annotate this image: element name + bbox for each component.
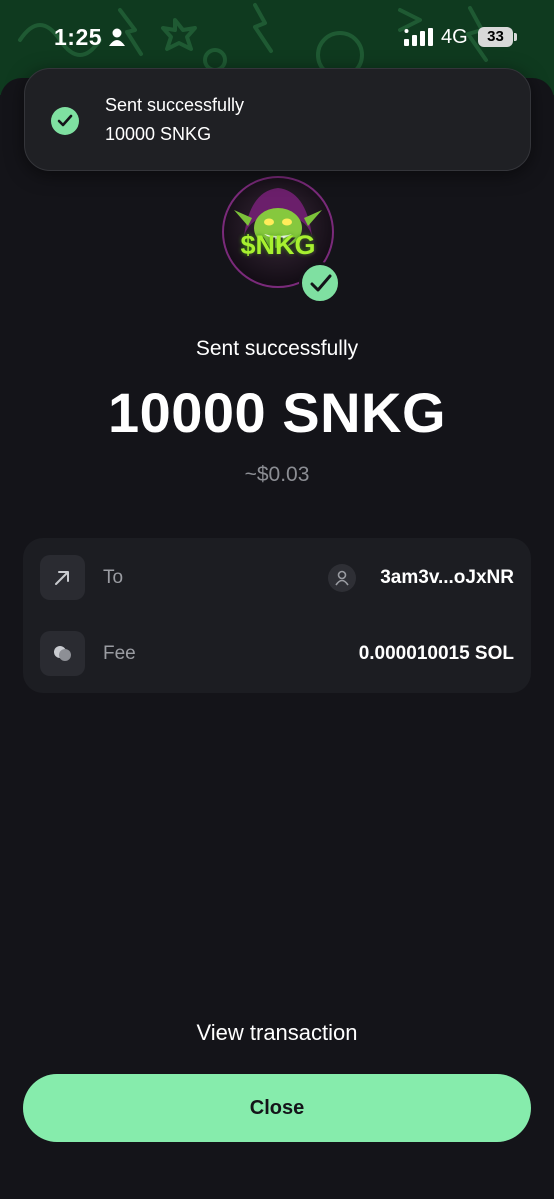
recipient-address[interactable]: 3am3v...oJxNR xyxy=(380,567,514,589)
sent-amount: 10000 SNKG xyxy=(107,381,447,444)
close-button[interactable]: Close xyxy=(23,1074,531,1142)
coins-icon xyxy=(40,631,85,676)
check-icon xyxy=(51,107,79,135)
battery-icon: 33 xyxy=(478,27,518,47)
transaction-details-card: To 3am3v...oJxNR Fee 0.000010015 SOL xyxy=(23,538,531,693)
status-time: 1:25 xyxy=(54,24,103,50)
usd-value: ~$0.03 xyxy=(244,463,310,486)
to-label: To xyxy=(103,567,124,588)
token-logo-text: $NKG xyxy=(240,230,316,260)
toast-title: Sent successfully xyxy=(105,95,245,115)
battery-level: 33 xyxy=(478,27,513,47)
network-type: 4G xyxy=(441,26,468,48)
success-toast[interactable]: Sent successfully 10000 SNKG xyxy=(24,68,531,171)
success-check-icon xyxy=(299,262,341,304)
fee-label: Fee xyxy=(103,643,136,664)
arrow-up-right-icon xyxy=(40,555,85,600)
result-title: Sent successfully xyxy=(195,337,359,360)
signal-icon xyxy=(404,28,433,46)
person-icon xyxy=(109,28,125,46)
status-bar: 1:25 4G 33 xyxy=(0,0,554,70)
fee-value: 0.000010015 SOL xyxy=(358,643,514,664)
toast-amount: 10000 SNKG xyxy=(105,124,212,144)
view-transaction-link[interactable]: View transaction xyxy=(0,1020,554,1046)
recipient-avatar-icon xyxy=(328,564,356,592)
